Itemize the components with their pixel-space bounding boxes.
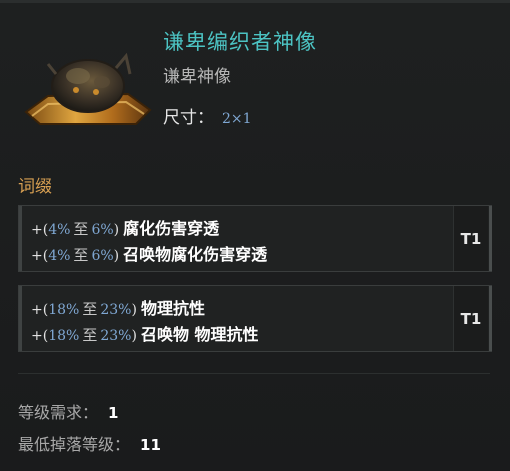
affix-to: 至: [73, 246, 89, 264]
affix-group: +(4% 至 6%) 腐化伤害穿透 +(4% 至 6%) 召唤物腐化伤害穿透 T1: [18, 205, 492, 272]
affix-line: +(4% 至 6%) 腐化伤害穿透: [31, 215, 267, 241]
affix-max: 6%: [91, 222, 114, 238]
affix-plus: +: [31, 328, 43, 344]
affix-name: 腐化伤害穿透: [123, 219, 220, 238]
item-name: 谦卑编织者神像: [163, 30, 317, 54]
affix-plus: +: [31, 302, 43, 318]
idol-statue-icon: [24, 52, 152, 125]
affix-to: 至: [82, 300, 98, 318]
affix-min: 4%: [48, 248, 71, 264]
affix-close-paren: ): [113, 222, 120, 238]
affix-max: 6%: [91, 248, 114, 264]
affix-close-paren: ): [131, 302, 137, 318]
level-requirement: 等级需求： 1: [18, 399, 118, 423]
size-label: 尺寸：: [163, 108, 214, 128]
affix-group: +(18% 至 23%) 物理抗性 +(18% 至 23%) 召唤物 物理抗性 T1: [18, 285, 492, 352]
item-size: 尺寸： 2×1: [163, 103, 252, 128]
affix-min: 18%: [48, 328, 80, 344]
affix-name: 物理抗性: [140, 299, 205, 318]
affix-tier-badge: T1: [453, 206, 488, 271]
affix-max: 23%: [100, 328, 132, 344]
item-type: 谦卑神像: [163, 67, 231, 87]
affix-min: 4%: [48, 222, 71, 238]
min-drop-level: 最低掉落等级： 11: [18, 431, 161, 455]
min-drop-level-value: 11: [140, 436, 161, 454]
affix-line: +(18% 至 23%) 召唤物 物理抗性: [31, 321, 259, 347]
affix-section-title: 词缀: [18, 177, 52, 197]
level-requirement-value: 1: [108, 404, 119, 422]
affix-close-paren: ): [131, 328, 137, 344]
item-tooltip: 谦卑编织者神像 谦卑神像 尺寸： 2×1 词缀 +(4% 至 6%) 腐化伤害穿透 +(…: [0, 0, 510, 471]
level-requirement-label: 等级需求：: [18, 403, 99, 422]
affix-line: +(18% 至 23%) 物理抗性: [31, 295, 259, 321]
top-border: [0, 0, 510, 3]
affix-line: +(4% 至 6%) 召唤物腐化伤害穿透: [31, 241, 267, 267]
affix-close-paren: ): [113, 248, 120, 264]
affix-name: 召唤物 物理抗性: [140, 325, 259, 344]
affix-plus: +: [31, 248, 43, 264]
size-value: 2×1: [222, 111, 252, 127]
affix-name: 召唤物腐化伤害穿透: [123, 245, 268, 264]
affix-plus: +: [31, 222, 43, 238]
min-drop-level-label: 最低掉落等级：: [18, 435, 131, 454]
affix-min: 18%: [48, 302, 80, 318]
section-divider: [18, 373, 490, 374]
affix-max: 23%: [100, 302, 132, 318]
affix-to: 至: [82, 326, 98, 344]
affix-to: 至: [73, 220, 89, 238]
affix-tier-badge: T1: [453, 286, 488, 351]
